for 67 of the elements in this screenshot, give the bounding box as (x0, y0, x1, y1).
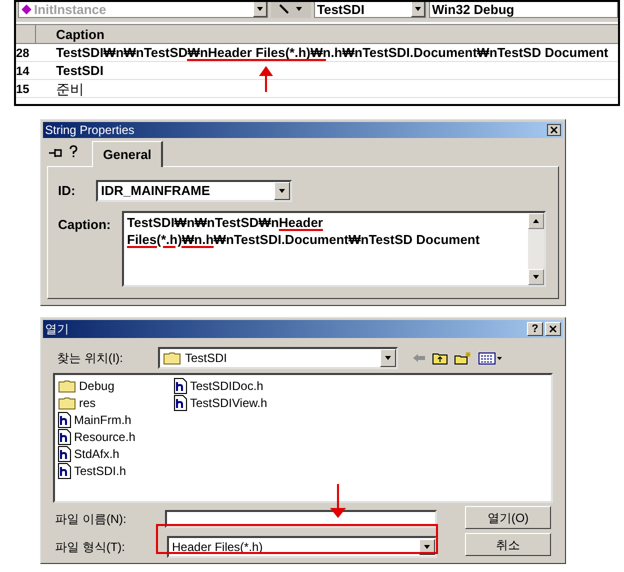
dialog-button[interactable]: 취소 (465, 533, 551, 556)
tab[interactable]: General (92, 141, 164, 167)
table-cell-text: TestSDI₩n₩nTestSD₩nHeader Files(*.h)₩n.h₩nTestSDI.Document₩nTestSD Document (55, 46, 608, 59)
close-icon (550, 126, 558, 134)
header-file-icon (58, 462, 71, 478)
table-cell-text: 준비 (55, 82, 84, 96)
combo-text: InitInstance (34, 2, 108, 16)
field-value: TestSDI₩n₩nTestSD₩nHeader Files(*.h)₩n.h₩nTestSDI.Document₩nTestSD Document (126, 214, 481, 249)
file-item[interactable]: StdAfx.h (55, 445, 171, 462)
combo-text: TestSDI (184, 350, 228, 367)
config-combo[interactable]: Win32 Debug (429, 2, 618, 18)
header-file-icon (58, 412, 71, 428)
annotation-arrow (259, 66, 273, 92)
header-file-icon (174, 394, 187, 410)
combo-text: TestSDI (316, 2, 366, 16)
help-icon[interactable] (69, 145, 78, 158)
new-folder-icon[interactable] (454, 351, 472, 365)
look-in-combo[interactable]: TestSDI (158, 347, 398, 369)
wizard-button[interactable] (271, 2, 311, 18)
close-button[interactable] (547, 124, 561, 136)
wand-icon (279, 3, 289, 15)
id-combo[interactable]: IDR_MAINFRAME (96, 180, 292, 202)
combo-text: IDR_MAINFRAME (100, 182, 212, 200)
window-title: 열기 (45, 323, 69, 335)
file-item[interactable]: Resource.h (55, 428, 171, 445)
window-title: String Properties (45, 124, 134, 136)
class-combo[interactable]: TestSDI (314, 2, 426, 18)
row-number: 28 (16, 46, 30, 58)
caret-icon (295, 6, 303, 12)
view-menu-icon[interactable] (478, 351, 502, 365)
file-item[interactable]: res (55, 394, 171, 411)
annotation-arrow (330, 484, 346, 518)
row-number: 14 (16, 64, 30, 76)
help-button[interactable]: ? (527, 322, 543, 336)
file-item[interactable]: TestSDIDoc.h (171, 377, 287, 394)
field-label: 찾는 위치(I): (57, 350, 124, 367)
folder-icon (58, 396, 76, 410)
field-label: Caption: (58, 216, 112, 234)
table-cell-text: TestSDI (55, 64, 104, 77)
dropdown-button[interactable] (253, 2, 267, 17)
caption-field[interactable]: TestSDI₩n₩nTestSD₩nHeader Files(*.h)₩n.h₩nTestSDI.Document₩nTestSD Document (122, 211, 546, 287)
file-item[interactable]: TestSDI.h (55, 462, 171, 479)
combo-text: Win32 Debug (431, 2, 514, 16)
gem-icon (22, 4, 32, 14)
scrollbar[interactable] (528, 213, 544, 285)
close-icon (549, 325, 557, 333)
folder-icon (163, 351, 181, 365)
header-file-icon (58, 428, 71, 444)
dropdown-button[interactable] (380, 349, 396, 367)
field-label: ID: (58, 182, 76, 200)
field-label: 파일 이름(N): (55, 511, 128, 528)
up-folder-icon[interactable] (432, 351, 448, 365)
header-file-icon (174, 378, 187, 394)
pin-icon[interactable] (49, 148, 63, 158)
file-item[interactable]: Debug (55, 377, 171, 394)
file-item[interactable]: MainFrm.h (55, 411, 171, 428)
combo-text: Header Files(*.h) (171, 539, 264, 556)
dropdown-button[interactable] (411, 2, 425, 17)
file-item[interactable]: TestSDIView.h (171, 394, 287, 411)
field-label: 파일 형식(T): (55, 539, 126, 556)
dropdown-button[interactable] (274, 182, 290, 200)
row-number: 15 (16, 82, 30, 94)
folder-icon (58, 378, 76, 392)
header-file-icon (58, 446, 71, 462)
column-header: Caption (55, 26, 104, 43)
file-type-combo[interactable]: Header Files(*.h) (167, 536, 437, 558)
dialog-button[interactable]: 열기(O) (465, 506, 551, 529)
